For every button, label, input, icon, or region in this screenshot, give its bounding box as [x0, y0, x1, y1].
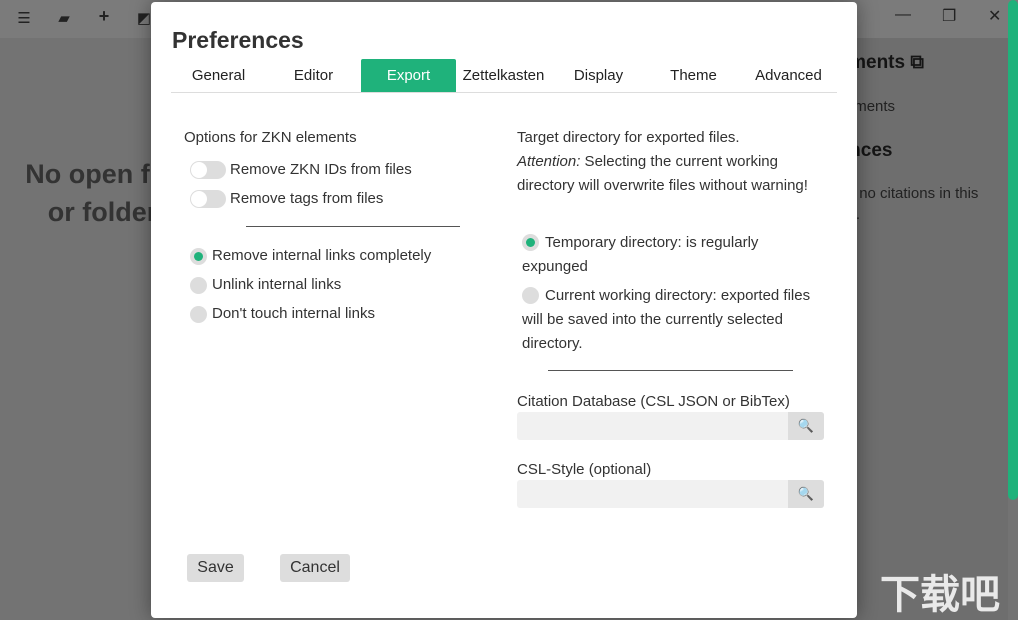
tab-bar: General Editor Export Zettelkasten Displ… — [171, 59, 837, 93]
target-dir-text: Target directory for exported files. Atte… — [517, 129, 808, 194]
remove-zkn-ids-label: Remove ZKN IDs from files — [230, 161, 412, 178]
save-button[interactable]: Save — [187, 554, 244, 582]
folder-open-icon[interactable]: ▰ — [54, 9, 74, 27]
dont-touch-links-label: Don't touch internal links — [212, 305, 375, 322]
unlink-links-label: Unlink internal links — [212, 276, 342, 293]
scrollbar[interactable] — [1008, 0, 1018, 500]
cancel-button[interactable]: Cancel — [280, 554, 350, 582]
dialog-title: Preferences — [172, 27, 304, 53]
citation-db-input[interactable] — [517, 412, 824, 440]
folder-search-icon[interactable]: 🔍 — [788, 480, 824, 508]
external-link-icon[interactable]: ⧉ — [910, 52, 924, 73]
close-button[interactable]: ✕ — [988, 6, 1001, 26]
tab-editor[interactable]: Editor — [266, 59, 361, 92]
plus-icon[interactable]: + — [94, 6, 114, 27]
menu-icon[interactable]: ☰ — [14, 9, 34, 27]
tab-theme[interactable]: Theme — [646, 59, 741, 92]
remove-zkn-ids-toggle[interactable] — [190, 161, 226, 179]
tab-advanced[interactable]: Advanced — [741, 59, 836, 92]
temp-dir-label: Temporary directory: is regularly expung… — [522, 234, 759, 275]
remove-tags-label: Remove tags from files — [230, 190, 384, 207]
csl-style-input[interactable] — [517, 480, 824, 508]
watermark-logo: 下载吧 — [880, 573, 1000, 617]
minimize-button[interactable]: — — [895, 6, 911, 24]
remove-tags-toggle[interactable] — [190, 190, 226, 208]
cwd-label: Current working directory: exported file… — [522, 287, 811, 352]
unlink-links-radio[interactable] — [190, 277, 207, 294]
citation-db-label: Citation Database (CSL JSON or BibTex) — [517, 393, 790, 410]
divider — [548, 370, 793, 371]
tab-export[interactable]: Export — [361, 59, 456, 92]
tab-display[interactable]: Display — [551, 59, 646, 92]
divider — [246, 226, 460, 227]
folder-search-icon[interactable]: 🔍 — [788, 412, 824, 440]
remove-links-radio[interactable] — [190, 248, 207, 265]
maximize-button[interactable]: ❐ — [942, 6, 956, 26]
tab-general[interactable]: General — [171, 59, 266, 92]
preferences-dialog: Preferences General Editor Export Zettel… — [151, 2, 857, 618]
csl-style-label: CSL-Style (optional) — [517, 461, 652, 478]
remove-links-label: Remove internal links completely — [212, 247, 432, 264]
zkn-options-heading: Options for ZKN elements — [184, 129, 357, 146]
tab-zettelkasten[interactable]: Zettelkasten — [456, 59, 551, 92]
dont-touch-links-radio[interactable] — [190, 306, 207, 323]
